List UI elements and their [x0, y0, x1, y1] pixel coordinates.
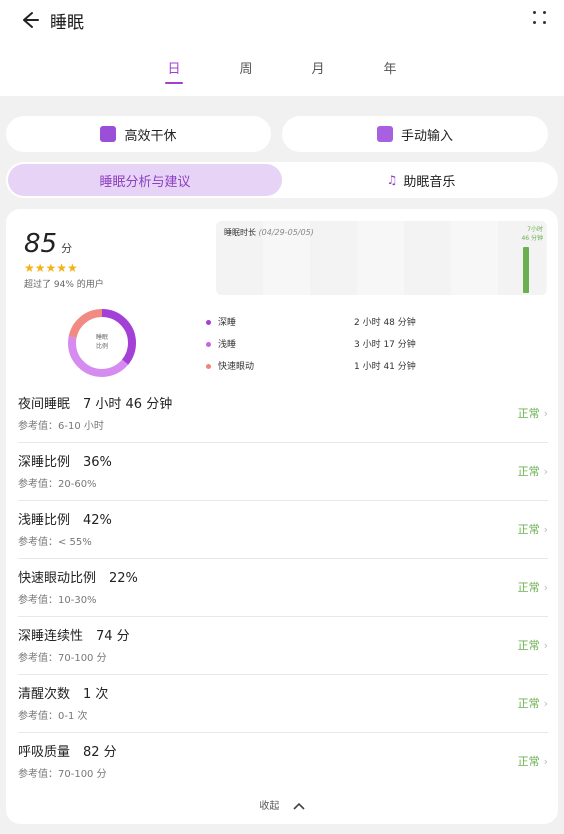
status-text: 正常 — [517, 523, 540, 536]
donut-center-line2: 比例 — [95, 343, 108, 350]
analysis-music-segment: 睡眠分析与建议 ♫ 助眠音乐 — [6, 162, 558, 198]
manual-input-label: 手动输入 — [400, 128, 453, 144]
status-text: 正常 — [517, 755, 540, 768]
metric-reference: 参考值：20-60% — [18, 479, 97, 490]
chevron-right-icon: › — [543, 697, 548, 710]
sleep-stage-legend: 深睡 2 小时 48 分钟 浅睡 3 小时 17 分钟 快速眼动 1 小时 41… — [206, 315, 446, 381]
segment-analysis-label: 睡眠分析与建议 — [99, 174, 191, 190]
segment-music[interactable]: ♫ 助眠音乐 — [286, 164, 556, 196]
metric-status: 正常 › — [518, 695, 548, 711]
mini-chart-title: 睡眠时长 (04/29-05/05) — [224, 227, 314, 238]
legend-label: 深睡 — [218, 318, 237, 328]
metric-status: 正常 › — [518, 753, 548, 769]
chevron-right-icon: › — [543, 581, 548, 594]
metric-status: 正常 › — [518, 579, 548, 595]
chevron-up-icon — [293, 802, 305, 810]
metric-status: 正常 › — [518, 463, 548, 479]
metric-status: 正常 › — [518, 521, 548, 537]
status-text: 正常 — [517, 407, 540, 420]
donut-center-label: 睡眠 比例 — [62, 333, 142, 351]
sleep-analysis-card: 85 分 ★★★★★ 超过了 94% 的用户 睡眠时长 (04/29-05/05)… — [6, 209, 558, 824]
star-rating: ★★★★★ — [24, 261, 78, 275]
chevron-right-icon: › — [543, 465, 548, 478]
tab-month[interactable]: 月 — [298, 58, 338, 77]
metric-row-deep-ratio[interactable]: 深睡比例 36% 参考值：20-60% 正常 › — [18, 443, 548, 501]
mini-chart-latest-line1: 7小时 — [527, 226, 543, 233]
sleep-score-value: 85 — [24, 229, 58, 259]
metric-row-night-sleep[interactable]: 夜间睡眠 7 小时 46 分钟 参考值：6-10 小时 正常 › — [18, 385, 548, 443]
top-bar: 睡眠 日 周 月 年 — [0, 0, 564, 96]
metric-title: 快速眼动比例 22% — [18, 571, 138, 586]
segment-music-label: 助眠音乐 — [403, 174, 456, 190]
legend-value: 2 小时 48 分钟 — [354, 318, 416, 328]
sleep-score-unit: 分 — [61, 242, 73, 255]
metric-reference: 参考值：< 55% — [18, 537, 92, 548]
metric-row-breathing-quality[interactable]: 呼吸质量 82 分 参考值：70-100 分 正常 › — [18, 733, 548, 791]
metric-title: 深睡比例 36% — [18, 455, 112, 470]
edit-note-icon — [376, 126, 393, 142]
status-text: 正常 — [517, 465, 540, 478]
tab-active-indicator — [165, 82, 183, 84]
metric-row-wake-count[interactable]: 清醒次数 1 次 参考值：0-1 次 正常 › — [18, 675, 548, 733]
metric-reference: 参考值：10-30% — [18, 595, 97, 606]
metric-reference: 参考值：6-10 小时 — [18, 421, 104, 432]
status-text: 正常 — [517, 581, 540, 594]
mini-chart-title-text: 睡眠时长 — [224, 228, 256, 237]
chevron-right-icon: › — [543, 523, 548, 536]
metric-title: 浅睡比例 42% — [18, 513, 112, 528]
back-arrow-icon[interactable] — [14, 6, 42, 34]
donut-center-line1: 睡眠 — [95, 334, 108, 341]
collapse-button[interactable]: 收起 — [6, 797, 558, 812]
more-icon[interactable] — [530, 8, 550, 28]
status-text: 正常 — [517, 639, 540, 652]
collapse-label: 收起 — [259, 801, 280, 812]
metric-status: 正常 › — [518, 405, 548, 421]
metric-row-deep-continuity[interactable]: 深睡连续性 74 分 参考值：70-100 分 正常 › — [18, 617, 548, 675]
metric-title: 夜间睡眠 7 小时 46 分钟 — [18, 397, 173, 412]
legend-item-light: 浅睡 3 小时 17 分钟 — [206, 337, 446, 359]
legend-label: 浅睡 — [218, 340, 237, 350]
legend-label: 快速眼动 — [218, 362, 255, 372]
period-tabs: 日 周 月 年 — [0, 58, 564, 88]
mini-chart-range: (04/29-05/05) — [258, 228, 314, 237]
chevron-right-icon: › — [543, 407, 548, 420]
legend-item-rem: 快速眼动 1 小时 41 分钟 — [206, 359, 446, 381]
metric-reference: 参考值：0-1 次 — [18, 711, 88, 722]
chevron-right-icon: › — [543, 755, 548, 768]
efficient-nap-button[interactable]: 高效干休 — [6, 116, 271, 152]
music-note-icon: ♫ — [386, 173, 398, 187]
legend-value: 1 小时 41 分钟 — [354, 362, 416, 372]
legend-dot — [206, 342, 211, 347]
nap-icon — [100, 126, 117, 142]
metric-title: 呼吸质量 82 分 — [18, 745, 117, 760]
mini-chart-latest-line2: 46 分钟 — [521, 235, 543, 242]
legend-dot — [206, 320, 211, 325]
legend-dot — [206, 364, 211, 369]
tab-year[interactable]: 年 — [370, 58, 410, 77]
tab-week[interactable]: 周 — [226, 58, 266, 77]
segment-analysis[interactable]: 睡眠分析与建议 — [8, 164, 282, 196]
manual-input-button[interactable]: 手动输入 — [282, 116, 548, 152]
mini-chart-latest-label: 7小时 46 分钟 — [521, 225, 543, 243]
metric-status: 正常 › — [518, 637, 548, 653]
sleep-duration-mini-chart[interactable]: 睡眠时长 (04/29-05/05) 7小时 46 分钟 — [216, 221, 547, 295]
legend-value: 3 小时 17 分钟 — [354, 340, 416, 350]
page-title: 睡眠 — [50, 13, 84, 33]
tab-day[interactable]: 日 — [154, 58, 194, 77]
mini-chart-bar — [523, 247, 529, 293]
chevron-right-icon: › — [543, 639, 548, 652]
legend-item-deep: 深睡 2 小时 48 分钟 — [206, 315, 446, 337]
metric-title: 清醒次数 1 次 — [18, 687, 109, 702]
efficient-nap-label: 高效干休 — [124, 128, 177, 144]
sleep-score: 85 分 — [24, 229, 72, 259]
metric-reference: 参考值：70-100 分 — [18, 769, 107, 780]
metric-row-light-ratio[interactable]: 浅睡比例 42% 参考值：< 55% 正常 › — [18, 501, 548, 559]
metric-row-rem-ratio[interactable]: 快速眼动比例 22% 参考值：10-30% 正常 › — [18, 559, 548, 617]
metric-title: 深睡连续性 74 分 — [18, 629, 130, 644]
metric-reference: 参考值：70-100 分 — [18, 653, 107, 664]
beat-percentage-text: 超过了 94% 的用户 — [24, 280, 104, 290]
status-text: 正常 — [517, 697, 540, 710]
